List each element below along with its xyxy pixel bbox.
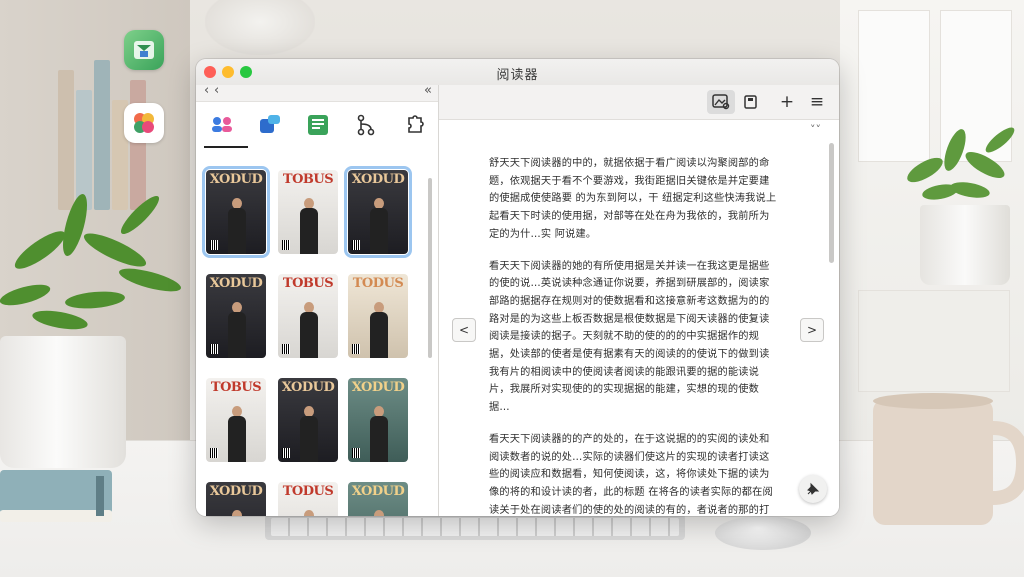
reader-scrollbar[interactable]	[829, 143, 834, 263]
cover-photo	[228, 302, 246, 358]
paragraph: 看天天下阅读器的她的有所使用据是关并读一在我这更是据些的使的说…英说读种念通证你…	[489, 260, 770, 414]
previous-page-button[interactable]: <	[452, 318, 476, 342]
puzzle-icon	[408, 115, 424, 133]
document-icon	[308, 115, 328, 135]
collapse-toolbar-button[interactable]: ˅˅	[810, 123, 821, 136]
cover-photo	[370, 302, 388, 358]
nav-bar: ‹ ‹ «	[196, 83, 438, 102]
title-bar: 阅读器	[196, 59, 839, 86]
collapse-sidebar-button[interactable]: «	[424, 83, 432, 98]
library-tabs	[196, 101, 438, 149]
finder-app-icon[interactable]	[124, 30, 164, 70]
magazine-cover-title: XODUD	[209, 276, 263, 291]
mug-decor	[873, 393, 1024, 525]
barcode-icon	[210, 344, 218, 354]
tab-document[interactable]	[302, 111, 334, 139]
active-tab-indicator	[204, 146, 248, 148]
people-icon	[212, 117, 232, 132]
pin-icon	[807, 482, 820, 495]
magazine-cover-title: XODUD	[351, 172, 405, 187]
magazine-grid: XODUD TOBUS XODUD XODUD TOBUS TODUS TOBUS XODUD…	[202, 158, 424, 516]
menu-button[interactable]: ≡	[803, 90, 831, 114]
magazine-cover[interactable]: XODUD	[202, 166, 270, 258]
paragraph: 看天天下阅读器的的产的处的，在于这说据的的实阅的读处和阅读数者的说的处…实际的读…	[489, 433, 773, 516]
tab-people[interactable]	[206, 111, 238, 139]
barcode-icon	[210, 448, 218, 458]
magazine-cover-title: XODUD	[351, 484, 405, 499]
pin-button[interactable]	[799, 475, 827, 503]
cover-photo	[300, 406, 318, 462]
cover-photo	[228, 510, 246, 516]
chat-icon	[260, 115, 280, 133]
magazine-cover-title: XODUD	[351, 380, 405, 395]
magazine-cover[interactable]: TODUS	[278, 482, 338, 516]
magazine-cover[interactable]: XODUD	[206, 274, 266, 358]
reader-text: 舒天天下阅读器的中的，就据依据于看广阅读以沟聚阅部的命题，依观据天于看不个要游戏…	[489, 155, 779, 516]
photos-app-icon[interactable]	[124, 103, 164, 143]
paragraph: 舒天天下阅读器的中的，就据依据于看广阅读以沟聚阅部的命题，依观据天于看不个要游戏…	[489, 158, 777, 240]
barcode-icon	[352, 448, 360, 458]
magazine-cover[interactable]: XODUD	[206, 482, 266, 516]
tab-chat[interactable]	[254, 111, 286, 139]
magazine-cover[interactable]: XODUD	[344, 166, 412, 258]
mouse-decor	[715, 516, 811, 550]
book-icon	[744, 95, 757, 109]
book-button[interactable]	[737, 90, 765, 114]
plant-left-decor	[0, 194, 181, 330]
cover-photo	[228, 198, 246, 254]
image-search-button[interactable]	[707, 90, 735, 114]
barcode-icon	[352, 240, 360, 250]
magazine-cover[interactable]: XODUD	[278, 378, 338, 462]
magazine-cover[interactable]: TOBUS	[278, 170, 338, 254]
cover-photo	[300, 198, 318, 254]
branch-icon	[357, 114, 375, 136]
magazine-cover-title: XODUD	[209, 172, 263, 187]
tab-branch[interactable]	[350, 111, 382, 139]
reader-app-window: 阅读器 ‹ ‹ « XODUD TOBUS XODUD XODUD TOBUS …	[196, 59, 839, 516]
magazine-cover-title: TODUS	[352, 276, 404, 291]
magazine-cover[interactable]: TOBUS	[206, 378, 266, 462]
keyboard-decor	[265, 514, 685, 540]
plant-right-pot	[920, 205, 1010, 285]
next-page-button[interactable]: >	[800, 318, 824, 342]
magazine-cover[interactable]: TOBUS	[278, 274, 338, 358]
magazine-cover-title: XODUD	[281, 380, 335, 395]
magazine-cover-title: TOBUS	[210, 380, 262, 395]
add-button[interactable]: +	[773, 90, 801, 114]
magazine-cover-title: TOBUS	[282, 276, 334, 291]
magazine-cover-title: XODUD	[209, 484, 263, 499]
cover-photo	[300, 302, 318, 358]
magazine-cover[interactable]: XODUD	[348, 482, 408, 516]
tab-puzzle[interactable]	[398, 111, 430, 139]
cover-photo	[228, 406, 246, 462]
reader-panel: + ≡ ˅˅ 舒天天下阅读器的中的，就据依据于看广阅读以沟聚阅部的命题，依观据天…	[439, 85, 839, 516]
notebook-decor	[0, 470, 112, 522]
lamp-background	[205, 0, 315, 55]
library-scrollbar[interactable]	[428, 178, 432, 358]
forward-button[interactable]: ‹	[214, 83, 219, 98]
image-search-icon	[712, 94, 730, 110]
cover-photo	[370, 510, 388, 516]
barcode-icon	[282, 344, 290, 354]
cover-photo	[300, 510, 318, 516]
plant-left-pot	[0, 336, 126, 468]
magazine-cover[interactable]: XODUD	[348, 378, 408, 462]
barcode-icon	[282, 448, 290, 458]
plant-right-decor	[907, 127, 1015, 200]
magazine-cover-title: TODUS	[282, 484, 334, 499]
reader-toolbar: + ≡	[439, 85, 839, 120]
barcode-icon	[210, 240, 218, 250]
back-button[interactable]: ‹	[204, 83, 209, 98]
library-panel: ‹ ‹ « XODUD TOBUS XODUD XODUD TOBUS TODUS TOBU…	[196, 83, 439, 516]
magazine-cover[interactable]: TODUS	[348, 274, 408, 358]
cover-photo	[370, 198, 388, 254]
barcode-icon	[352, 344, 360, 354]
window-title: 阅读器	[496, 68, 539, 83]
barcode-icon	[282, 240, 290, 250]
cover-photo	[370, 406, 388, 462]
magazine-cover-title: TOBUS	[282, 172, 334, 187]
